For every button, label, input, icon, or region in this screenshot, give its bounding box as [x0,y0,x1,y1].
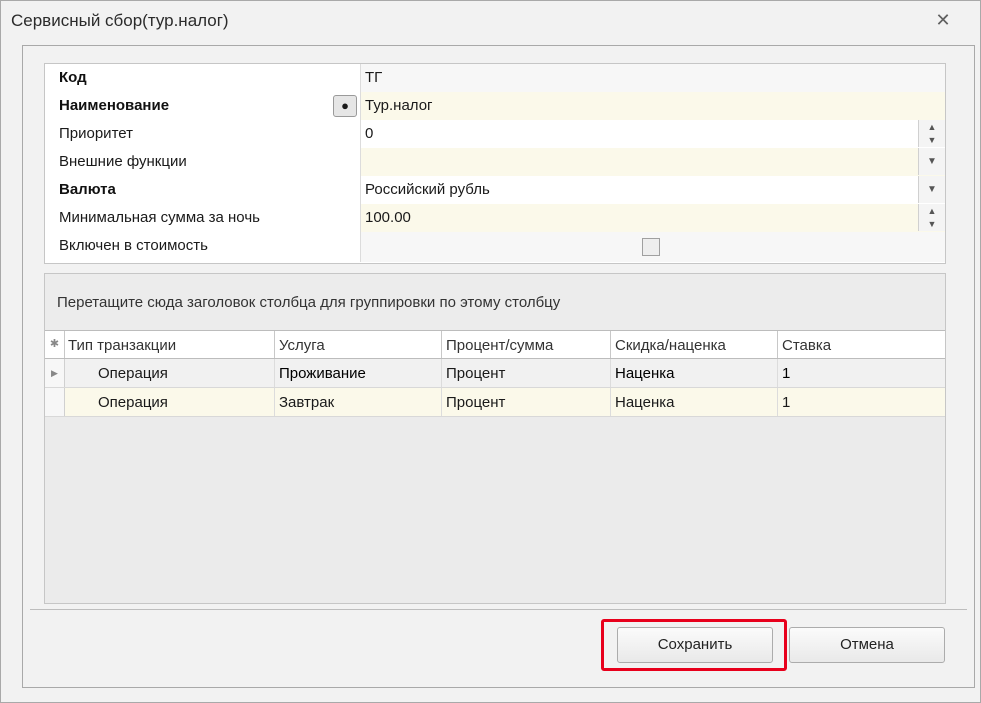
asterisk-icon: ✱ [45,331,65,358]
table-cell: Операция [98,365,168,382]
window-title: Сервисный сбор(тур.налог) [11,11,229,30]
column-header[interactable]: Услуга [275,331,442,358]
name-field[interactable]: Тур.налог [361,92,945,120]
table-cell: Наценка [615,365,675,382]
group-panel-hint[interactable]: Перетащите сюда заголовок столбца для гр… [57,294,560,311]
divider [30,609,967,610]
spin-buttons[interactable]: ▲ ▼ [918,120,945,147]
table-cell: Процент [446,394,506,411]
globe-icon[interactable]: ● [333,95,357,117]
table-row[interactable]: ▶ Операция Проживание Процент Наценка 1 [45,359,945,388]
close-icon[interactable]: ✕ [934,11,952,29]
table-cell: Проживание [279,365,366,382]
title-bar: Сервисный сбор(тур.налог) ✕ [1,1,980,41]
row-indicator-icon: ▶ [45,359,65,387]
currency-field[interactable]: Российский рубль ▼ [361,176,945,204]
chevron-down-icon[interactable]: ▼ [918,148,945,175]
spin-buttons[interactable]: ▲ ▼ [918,204,945,231]
cancel-button[interactable]: Отмена [789,627,945,663]
property-row-name: Наименование ● Тур.налог [45,92,945,121]
property-row-included: Включен в стоимость [45,232,945,262]
property-value: 0 [365,125,374,142]
spin-down-icon[interactable]: ▼ [919,217,945,230]
code-field[interactable]: ТГ [361,64,945,92]
property-value: Российский рубль [365,181,490,198]
property-value: Тур.налог [365,97,433,114]
property-label: Валюта [59,181,116,198]
table-row[interactable]: Операция Завтрак Процент Наценка 1 [45,388,945,417]
property-label: Код [59,69,87,86]
save-button[interactable]: Сохранить [617,627,773,663]
spin-up-icon[interactable]: ▲ [919,204,945,217]
table-cell: 1 [782,394,791,411]
column-header[interactable]: Процент/сумма [442,331,611,358]
min-amount-field[interactable]: 100.00 ▲ ▼ [361,204,945,232]
property-row-priority: Приоритет 0 ▲ ▼ [45,120,945,149]
property-label: Включен в стоимость [59,237,208,254]
property-row-min-amount: Минимальная сумма за ночь 100.00 ▲ ▼ [45,204,945,233]
chevron-down-icon[interactable]: ▼ [918,176,945,203]
property-row-code: Код ТГ [45,64,945,93]
table-cell: 1 [782,365,791,382]
dialog-content: Код ТГ Наименование ● Тур.налог Приорите… [22,45,975,688]
table-cell: Операция [98,394,168,411]
table-cell: Процент [446,365,506,382]
property-row-external-functions: Внешние функции ▼ [45,148,945,177]
dialog-window: Сервисный сбор(тур.налог) ✕ Код ТГ Наиме… [0,0,981,703]
included-field [361,232,945,262]
spin-up-icon[interactable]: ▲ [919,120,945,133]
property-grid: Код ТГ Наименование ● Тур.налог Приорите… [44,63,946,264]
property-label: Наименование [59,97,170,114]
priority-field[interactable]: 0 ▲ ▼ [361,120,945,148]
property-label: Минимальная сумма за ночь [59,209,260,226]
table-cell: Завтрак [279,394,335,411]
property-value: 100.00 [365,209,411,226]
column-header[interactable]: Тип транзакции [64,331,275,358]
column-header[interactable]: Скидка/наценка [611,331,778,358]
property-label: Внешние функции [59,153,187,170]
services-grid: Перетащите сюда заголовок столбца для гр… [44,273,946,604]
table-header: ✱ Тип транзакции Услуга Процент/сумма Ск… [45,331,945,359]
spin-down-icon[interactable]: ▼ [919,133,945,146]
property-row-currency: Валюта Российский рубль ▼ [45,176,945,205]
property-label: Приоритет [59,125,133,142]
data-table: ✱ Тип транзакции Услуга Процент/сумма Ск… [45,330,945,603]
column-header[interactable]: Ставка [778,331,945,358]
included-checkbox[interactable] [642,238,660,256]
table-cell: Наценка [615,394,675,411]
property-value: ТГ [365,69,383,86]
external-functions-field[interactable]: ▼ [361,148,945,176]
